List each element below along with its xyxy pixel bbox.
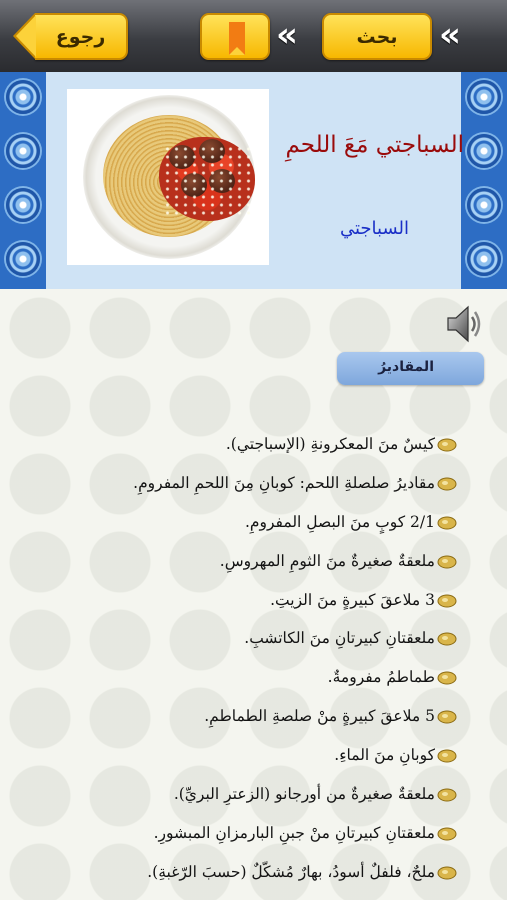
ornament-icon: [6, 80, 40, 114]
ingredient-text: طماطمُ مفرومةٌ.: [327, 668, 435, 687]
bullet-icon: [437, 671, 457, 685]
ornament-icon: [467, 242, 501, 276]
bullet-icon: [437, 827, 457, 841]
bullet-icon: [437, 477, 457, 491]
cheese-topping: [163, 145, 253, 215]
ingredient-text: كيسٌ منَ المعكرونةِ (الإسباجتي).: [225, 435, 435, 453]
double-chevron-right-icon[interactable]: «: [439, 18, 473, 54]
double-chevron-left-icon[interactable]: «: [276, 18, 310, 54]
recipe-category[interactable]: السباجتي: [340, 218, 409, 239]
back-button[interactable]: رجوع: [13, 13, 128, 60]
recipe-title: السباجتي مَعَ اللحمِ: [285, 132, 464, 158]
recipe-photo: [67, 89, 269, 265]
pasta: [103, 115, 255, 237]
back-button-label: رجوع: [55, 25, 106, 48]
ingredient-text: 5 ملاعقَ كبيرةٍ منْ صلصةِ الطماطمِ.: [204, 707, 435, 726]
bullet-icon: [437, 516, 457, 530]
ingredients-section-label[interactable]: المقاديرُ: [337, 352, 484, 385]
ornament-icon: [6, 242, 40, 276]
top-toolbar: رجوع « بحث «: [0, 0, 507, 72]
ornament-icon: [467, 134, 501, 168]
bookmark-button[interactable]: [200, 13, 270, 60]
bullet-icon: [437, 632, 457, 646]
bookmark-icon: [229, 22, 245, 55]
bullet-icon: [437, 788, 457, 802]
ornament-border-right: [461, 72, 507, 289]
ingredient-text: 3 ملاعقَ كبيرةٍ منَ الزيتِ.: [270, 590, 435, 609]
ingredient-text: مقاديرُ صلصلةِ اللحم: كوبانِ مِنَ اللحمِ…: [133, 473, 435, 492]
ornament-icon: [6, 188, 40, 222]
ornament-icon: [467, 188, 501, 222]
speaker-icon[interactable]: [442, 303, 484, 345]
ornament-icon: [467, 80, 501, 114]
ingredient-text: ملعقتانِ كبيرتانِ منَ الكاتشبِ.: [244, 629, 435, 648]
bullet-icon: [437, 866, 457, 880]
ornament-icon: [6, 134, 40, 168]
ingredient-text: ملحٌ، فلفلٌ أسودُ، بهارٌ مُشكّلٌ (حسبَ ا…: [147, 862, 435, 881]
recipe-content: المقاديرُ كيسٌ منَ المعكرونةِ (الإسباجتي…: [0, 289, 507, 900]
bullet-icon: [437, 710, 457, 724]
bullet-icon: [437, 749, 457, 763]
search-button[interactable]: بحث: [322, 13, 432, 60]
ingredient-text: ملعقةٌ صغيرةٌ منَ الثومِ المهروسِ.: [219, 551, 435, 570]
search-button-label: بحث: [356, 25, 398, 48]
bullet-icon: [437, 438, 457, 452]
bullet-icon: [437, 594, 457, 608]
bullet-icon: [437, 555, 457, 569]
ornament-border-left: [0, 72, 46, 289]
ingredient-text: ملعقةٌ صغيرةٌ من أورجانو (الزعترِ البريِ…: [173, 785, 435, 804]
section-label-text: المقاديرُ: [378, 359, 434, 375]
ingredient-text: 2/1 كوبٍ منَ البصلِ المفرومِ.: [244, 512, 435, 531]
ingredient-text: ملعقتانِ كبيرتانِ منْ جبنِ البارمزانِ ال…: [153, 823, 435, 842]
ingredient-text: كوبانِ منَ الماءِ.: [334, 746, 435, 765]
